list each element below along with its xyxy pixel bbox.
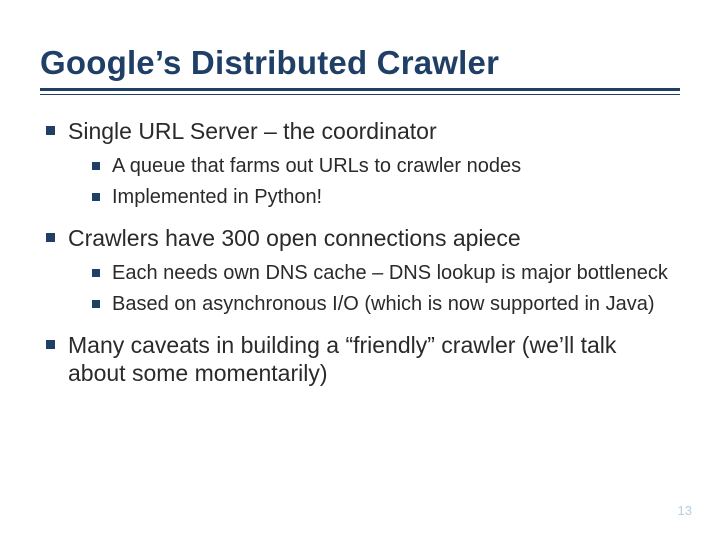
sub-bullet-item: A queue that farms out URLs to crawler n… [92,154,680,179]
bullet-text: Many caveats in building a “friendly” cr… [68,332,616,387]
bullet-item: Single URL Server – the coordinator A qu… [44,117,680,210]
bullet-list: Single URL Server – the coordinator A qu… [40,117,680,388]
sub-bullet-list: A queue that farms out URLs to crawler n… [68,154,680,210]
bullet-item: Many caveats in building a “friendly” cr… [44,331,680,389]
sub-bullet-item: Based on asynchronous I/O (which is now … [92,292,680,317]
sub-bullet-text: Implemented in Python! [112,186,322,208]
sub-bullet-list: Each needs own DNS cache – DNS lookup is… [68,261,680,317]
bullet-text: Crawlers have 300 open connections apiec… [68,225,521,251]
slide-title: Google’s Distributed Crawler [40,44,680,82]
sub-bullet-text: Each needs own DNS cache – DNS lookup is… [112,262,668,284]
slide: Google’s Distributed Crawler Single URL … [0,0,720,540]
bullet-text: Single URL Server – the coordinator [68,118,437,144]
title-underline-thin [40,94,680,95]
sub-bullet-item: Implemented in Python! [92,185,680,210]
bullet-item: Crawlers have 300 open connections apiec… [44,224,680,317]
title-underline [40,88,680,91]
sub-bullet-item: Each needs own DNS cache – DNS lookup is… [92,261,680,286]
page-number: 13 [678,503,692,518]
sub-bullet-text: A queue that farms out URLs to crawler n… [112,155,521,177]
sub-bullet-text: Based on asynchronous I/O (which is now … [112,293,655,315]
